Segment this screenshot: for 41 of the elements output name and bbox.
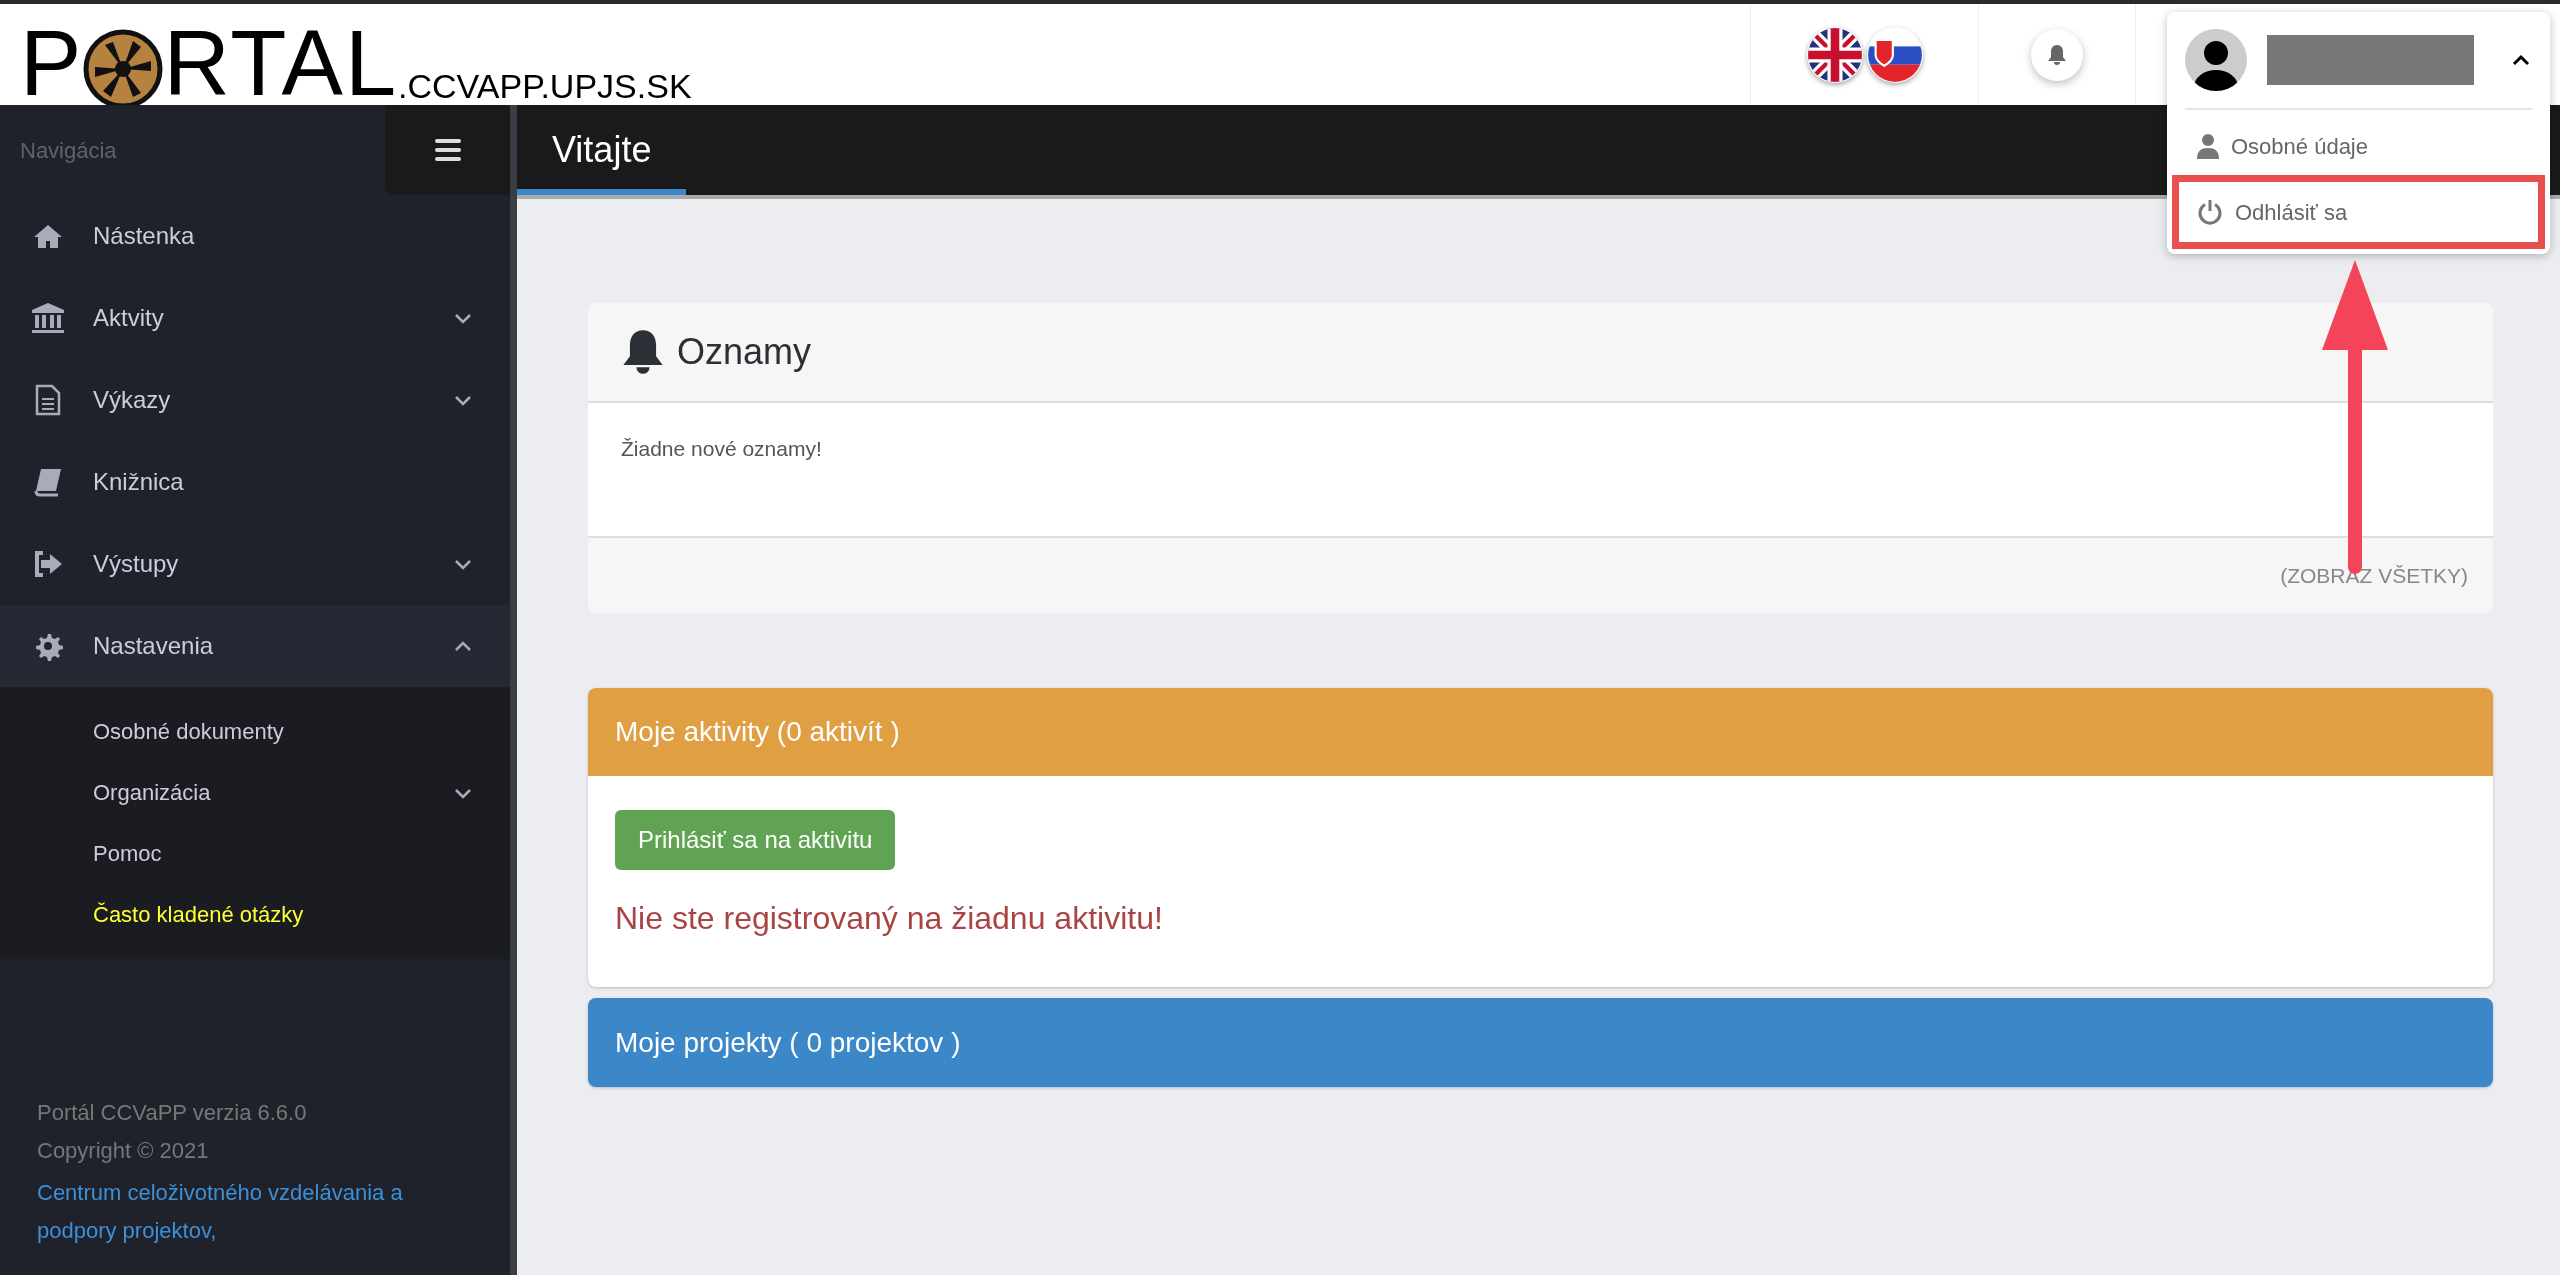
sidebar-item[interactable]: Nastavenia <box>0 605 510 687</box>
version-text: Portál CCVaPP verzia 6.6.0 <box>37 1099 308 1127</box>
card-title: Moje projekty ( 0 projektov ) <box>615 1025 961 1060</box>
card-title: Oznamy <box>677 330 812 374</box>
document-icon <box>35 384 61 416</box>
home-icon <box>33 223 63 249</box>
menu-item[interactable]: Osobné údaje <box>2185 116 2532 176</box>
sidebar-item[interactable]: Nástenka <box>0 195 510 277</box>
not-registered-message: Nie ste registrovaný na žiadnu aktivitu! <box>615 899 1163 938</box>
user-icon <box>2197 133 2219 159</box>
logo-text: RTAL <box>163 23 399 103</box>
menu-button[interactable] <box>385 105 510 195</box>
exit-icon <box>33 550 63 578</box>
english-flag-button[interactable] <box>1806 26 1863 83</box>
page-title: Vitajte <box>552 128 652 172</box>
book-icon <box>33 467 63 497</box>
bell-icon <box>2047 43 2067 66</box>
logo-domain: .CCVAPP.UPJS.SK <box>398 69 692 103</box>
slovak-flag-button[interactable] <box>1866 26 1923 83</box>
submenu-item[interactable]: Pomoc <box>0 823 510 884</box>
card-title: Moje aktivity (0 aktivít ) <box>615 715 900 749</box>
organization-link[interactable]: Centrum celoživotného vzdelávania a podpory projektov, <box>37 1174 440 1250</box>
notification-button[interactable] <box>2031 28 2083 81</box>
menu-icon <box>434 139 461 161</box>
chevron-up-icon[interactable] <box>2512 54 2530 66</box>
menu-item[interactable]: Odhlásiť sa <box>2179 182 2538 242</box>
sidebar-heading: Navigácia <box>20 136 117 165</box>
bank-icon <box>31 302 65 334</box>
announcement-message: Žiadne nové oznamy! <box>621 437 822 460</box>
submenu-item[interactable]: Často kladené otázky <box>0 884 510 945</box>
submenu-item[interactable]: Organizácia <box>0 762 510 823</box>
settings-icon <box>33 631 63 661</box>
submenu-item[interactable]: Osobné dokumenty <box>0 701 510 762</box>
sidebar-item[interactable]: Výkazy <box>0 359 510 441</box>
copyright-text: Copyright © 2021 <box>37 1137 210 1165</box>
bell-icon <box>621 328 665 376</box>
sidebar-item[interactable]: Knižnica <box>0 441 510 523</box>
sidebar-item[interactable]: Aktvity <box>0 277 510 359</box>
sidebar-item[interactable]: Výstupy <box>0 523 510 605</box>
logo-text: P <box>20 23 84 103</box>
power-icon <box>2197 199 2223 225</box>
